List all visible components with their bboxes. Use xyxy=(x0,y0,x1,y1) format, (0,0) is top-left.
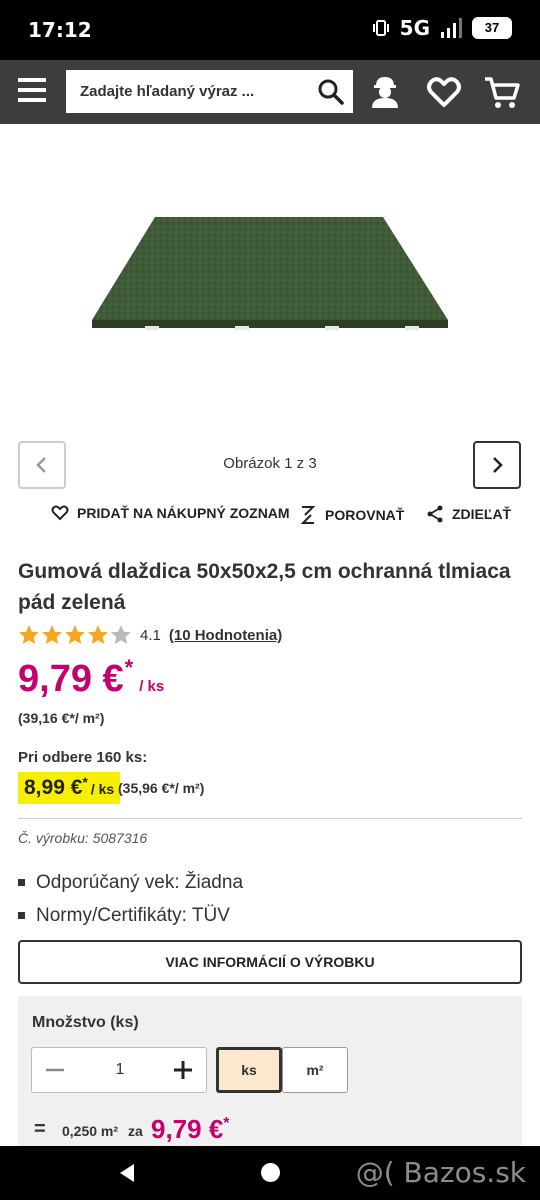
star-filled-icon xyxy=(88,625,108,645)
list-item: Odporúčaný vek: Žiadna xyxy=(18,866,243,899)
total-area: 0,250 m² xyxy=(62,1123,119,1139)
list-item: Normy/Certifikáty: TÜV xyxy=(18,899,243,932)
product-actions: PRIDAŤ NA NÁKUPNÝ ZOZNAM POROVNAŤ ZDIEĽA… xyxy=(0,505,540,529)
rating-value: 4.1 xyxy=(140,626,161,644)
cart-icon[interactable] xyxy=(482,72,522,112)
star-filled-icon xyxy=(65,625,85,645)
share-icon xyxy=(427,505,443,523)
unit-ks-button[interactable]: ks xyxy=(216,1047,282,1093)
quantity-label: Množstvo (ks) xyxy=(32,1014,139,1031)
battery-icon: 37 xyxy=(472,17,512,39)
wishlist-heart-icon[interactable] xyxy=(424,72,464,112)
decrement-button[interactable] xyxy=(32,1048,78,1092)
product-sku: Č. výrobku: 5087316 xyxy=(18,830,148,846)
status-bar: 17:12 5G 37 xyxy=(0,0,540,60)
reviews-link[interactable]: (10 Hodnotenia) xyxy=(169,627,282,644)
compare-button[interactable]: POROVNAŤ xyxy=(299,505,404,525)
network-type: 5G xyxy=(399,16,430,40)
status-icons: 5G 37 xyxy=(372,16,512,40)
price: 9,79 € * / ks xyxy=(18,655,165,701)
star-filled-icon xyxy=(42,625,62,645)
chevron-right-icon xyxy=(493,457,503,473)
more-info-button[interactable]: VIAC INFORMÁCIÍ O VÝROBKU xyxy=(18,940,522,984)
bulk-price-asterisk: * xyxy=(82,774,88,790)
plus-icon xyxy=(174,1061,192,1079)
bulk-price-per-m2: (35,96 €*/ m²) xyxy=(118,780,205,796)
unit-m2-button[interactable]: m² xyxy=(282,1047,348,1093)
star-filled-icon xyxy=(19,625,39,645)
search-input[interactable] xyxy=(66,70,311,113)
bulk-label: Pri odbere 160 ks: xyxy=(18,749,148,766)
search-icon[interactable] xyxy=(317,78,345,106)
feature-list: Odporúčaný vek: Žiadna Normy/Certifikáty… xyxy=(18,866,243,932)
minus-icon xyxy=(46,1068,64,1072)
bulk-price-unit: / ks xyxy=(90,781,115,797)
share-button[interactable]: ZDIEĽAŤ xyxy=(427,505,511,523)
quantity-input[interactable]: 1 xyxy=(78,1048,162,1092)
shopping-list-label: PRIDAŤ NA NÁKUPNÝ ZOZNAM xyxy=(77,505,290,521)
user-icon[interactable] xyxy=(365,72,405,112)
product-rating: 4.1 (10 Hodnotenia) xyxy=(18,624,282,646)
vibrate-icon xyxy=(372,20,389,36)
feature-text: Normy/Certifikáty: TÜV xyxy=(36,904,230,926)
search-box xyxy=(66,70,353,113)
android-nav-bar: @( Bazos.sk xyxy=(0,1146,540,1200)
bullet-icon xyxy=(18,879,25,886)
total-price-asterisk: * xyxy=(223,1115,230,1132)
divider xyxy=(18,818,522,819)
quantity-stepper: 1 xyxy=(31,1047,207,1093)
increment-button[interactable] xyxy=(160,1048,206,1092)
gallery-counter: Obrázok 1 z 3 xyxy=(223,455,317,472)
star-empty-icon xyxy=(111,625,131,645)
add-to-shopping-list-button[interactable]: PRIDAŤ NA NÁKUPNÝ ZOZNAM xyxy=(51,505,290,521)
heart-icon xyxy=(51,505,69,521)
signal-icon xyxy=(441,18,462,38)
share-label: ZDIEĽAŤ xyxy=(452,506,512,522)
product-title: Gumová dlaždica 50x50x2,5 cm ochranná tl… xyxy=(18,560,511,614)
equals-sign: = xyxy=(34,1118,46,1140)
price-per-m2: (39,16 €*/ m²) xyxy=(18,710,105,726)
back-icon[interactable] xyxy=(118,1163,136,1183)
menu-icon[interactable] xyxy=(18,78,46,104)
total-price: 9,79 €* xyxy=(151,1114,230,1145)
watermark: @( Bazos.sk xyxy=(355,1156,526,1189)
status-time: 17:12 xyxy=(28,18,92,42)
bulk-price-badge: 8,99 € * / ks xyxy=(18,772,121,804)
compare-label: POROVNAŤ xyxy=(325,507,405,523)
price-asterisk: * xyxy=(124,655,134,680)
bulk-price-amount: 8,99 € xyxy=(24,776,83,799)
total-row: = 0,250 m² za 9,79 €* xyxy=(18,1114,522,1146)
total-za: za xyxy=(128,1123,143,1139)
feature-text: Odporúčaný vek: Žiadna xyxy=(36,871,244,893)
gallery-next-button[interactable] xyxy=(473,441,521,489)
bullet-icon xyxy=(18,912,25,919)
app-header xyxy=(0,60,540,124)
rating-stars xyxy=(18,624,132,646)
product-image[interactable] xyxy=(85,160,455,340)
total-price-amount: 9,79 € xyxy=(151,1114,224,1144)
home-icon[interactable] xyxy=(261,1163,280,1182)
compare-icon xyxy=(300,506,316,524)
price-amount: 9,79 € xyxy=(18,658,124,700)
price-unit: / ks xyxy=(139,678,165,695)
